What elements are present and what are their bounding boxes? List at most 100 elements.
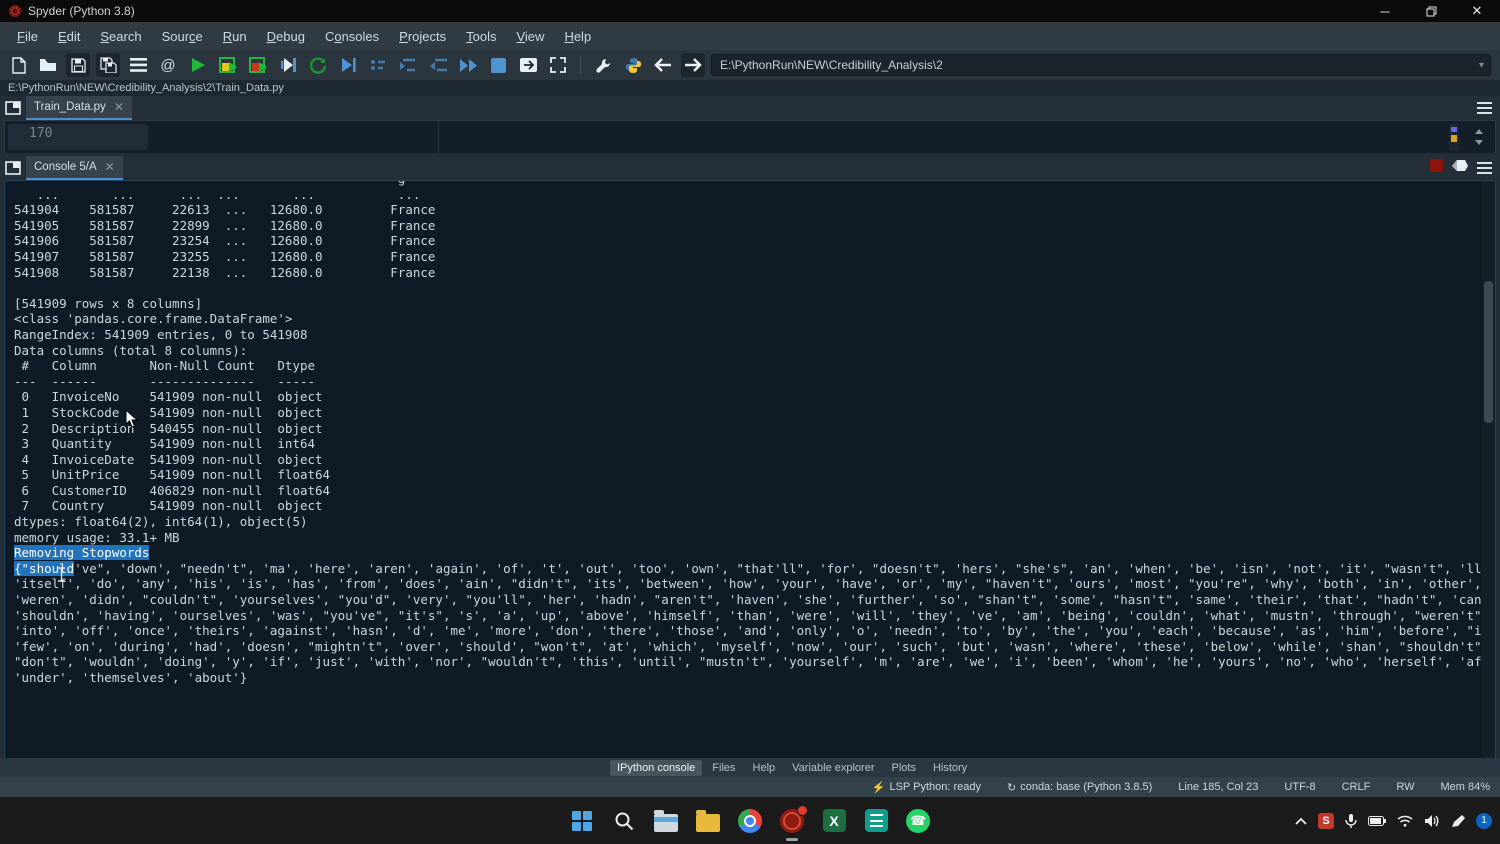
menu-run[interactable]: Run	[214, 26, 256, 47]
minimize-button[interactable]: ─	[1362, 0, 1408, 22]
editor-line-number: 170	[29, 126, 52, 141]
lsp-status[interactable]: ⚡ LSP Python: ready	[872, 781, 981, 794]
file-explorer-icon[interactable]	[653, 808, 679, 834]
edge-guide-line	[438, 121, 439, 154]
clear-console-icon[interactable]	[1451, 159, 1469, 177]
scrollflag-column[interactable]	[1449, 124, 1459, 151]
menu-edit[interactable]: Edit	[49, 26, 89, 47]
maximize-button[interactable]	[1408, 0, 1454, 22]
tab-variable-explorer[interactable]: Variable explorer	[785, 760, 881, 776]
console-tab[interactable]: Console 5/A ✕	[26, 156, 123, 180]
titlebar: Spyder (Python 3.8) ─ ✕	[0, 0, 1500, 22]
editor-options-icon[interactable]	[1477, 102, 1492, 114]
lightning-icon: ⚡	[872, 781, 886, 794]
close-button[interactable]: ✕	[1454, 0, 1500, 22]
tray-chevron-up-icon[interactable]	[1295, 817, 1307, 825]
pane-resize-handle[interactable]	[1473, 129, 1485, 150]
working-directory-input[interactable]	[711, 54, 1491, 76]
run-cell-advance-button[interactable]	[246, 53, 270, 77]
excel-icon[interactable]: X	[821, 808, 847, 834]
file-switcher-button[interactable]	[126, 53, 150, 77]
console-text[interactable]: g ... ... ... ... ... ...541904 581587 2…	[5, 180, 1495, 686]
stop-debug-button[interactable]	[486, 53, 510, 77]
preferences-wrench-button[interactable]	[591, 53, 615, 77]
cursor-position-status: Line 185, Col 23	[1178, 781, 1258, 793]
console-options-icon[interactable]	[1477, 162, 1492, 174]
menu-consoles[interactable]: Consoles	[316, 26, 388, 47]
open-file-button[interactable]	[36, 53, 60, 77]
path-dropdown-caret[interactable]: ▾	[1479, 60, 1484, 71]
browse-tabs-icon[interactable]	[2, 97, 24, 119]
save-all-button[interactable]	[96, 53, 120, 77]
editor-tab-train-data[interactable]: Train_Data.py ✕	[26, 96, 132, 120]
debug-run-to-line-button[interactable]	[336, 53, 360, 77]
battery-icon[interactable]	[1368, 816, 1386, 826]
encoding-status: UTF-8	[1284, 781, 1315, 793]
microphone-icon[interactable]	[1345, 813, 1357, 829]
debug-continue-button[interactable]	[456, 53, 480, 77]
console-scrollbar-thumb[interactable]	[1484, 281, 1493, 423]
whatsapp-icon[interactable]: ☎	[905, 808, 931, 834]
console-scrollbar[interactable]	[1482, 181, 1495, 759]
run-button[interactable]	[186, 53, 210, 77]
warning-flag	[1451, 127, 1457, 132]
forward-button[interactable]	[681, 53, 705, 77]
tab-files[interactable]: Files	[705, 760, 742, 776]
search-icon[interactable]	[611, 808, 637, 834]
run-cell-button[interactable]	[216, 53, 240, 77]
main-toolbar: @	[0, 50, 1500, 80]
menu-view[interactable]: View	[507, 26, 553, 47]
debug-step-into-button[interactable]	[396, 53, 420, 77]
interrupt-kernel-icon[interactable]	[1430, 159, 1443, 177]
tray-red-app-icon[interactable]: S	[1318, 813, 1334, 829]
ipython-console-output[interactable]: g ... ... ... ... ... ...541904 581587 2…	[4, 180, 1496, 760]
new-window-button[interactable]	[516, 53, 540, 77]
menu-debug[interactable]: Debug	[258, 26, 314, 47]
browse-consoles-icon[interactable]	[2, 157, 24, 179]
menu-tools[interactable]: Tools	[457, 26, 505, 47]
spyder-window: Spyder (Python 3.8) ─ ✕ FileEditSearchSo…	[0, 0, 1500, 844]
spyder-taskbar-icon[interactable]	[779, 808, 805, 834]
editor-tab-label: Train_Data.py	[34, 101, 106, 113]
python-env-icon[interactable]	[621, 53, 645, 77]
editor-tabbar: Train_Data.py ✕	[0, 96, 1500, 120]
memory-status: Mem 84%	[1440, 781, 1490, 793]
debug-step-return-button[interactable]	[426, 53, 450, 77]
bottom-pane-tabbar: IPython console Files Help Variable expl…	[0, 758, 1500, 777]
save-button[interactable]	[66, 53, 90, 77]
tab-history[interactable]: History	[926, 760, 974, 776]
tab-close-icon[interactable]: ✕	[105, 160, 115, 174]
tab-close-icon[interactable]: ✕	[114, 100, 124, 114]
menu-projects[interactable]: Projects	[390, 26, 455, 47]
back-button[interactable]	[651, 53, 675, 77]
spreadsheet-app-icon[interactable]	[863, 808, 889, 834]
statusbar: ⚡ LSP Python: ready ↻ conda: base (Pytho…	[0, 777, 1500, 797]
notification-badge[interactable]: 1	[1476, 813, 1492, 829]
start-button[interactable]	[569, 808, 595, 834]
breadcrumb: E:\PythonRun\NEW\Credibility_Analysis\2\…	[0, 80, 1500, 96]
eol-status: CRLF	[1342, 781, 1371, 793]
maximize-pane-button[interactable]	[546, 53, 570, 77]
permissions-status: RW	[1396, 781, 1414, 793]
menu-source[interactable]: Source	[153, 26, 212, 47]
run-selection-button[interactable]	[276, 53, 300, 77]
conda-env-status[interactable]: ↻ conda: base (Python 3.8.5)	[1007, 781, 1152, 794]
editor-pane[interactable]: 170	[4, 120, 1496, 155]
folder-icon[interactable]	[695, 808, 721, 834]
menu-search[interactable]: Search	[91, 26, 150, 47]
wifi-icon[interactable]	[1397, 815, 1413, 827]
toolbar-separator	[580, 56, 581, 74]
debug-step-button[interactable]	[366, 53, 390, 77]
menu-file[interactable]: File	[8, 26, 47, 47]
symbol-finder-button[interactable]: @	[156, 53, 180, 77]
volume-icon[interactable]	[1424, 814, 1440, 828]
chrome-icon[interactable]	[737, 808, 763, 834]
new-file-button[interactable]	[6, 53, 30, 77]
tab-help[interactable]: Help	[746, 760, 783, 776]
menu-help[interactable]: Help	[555, 26, 600, 47]
pen-icon[interactable]	[1451, 814, 1465, 828]
rerun-cell-button[interactable]	[306, 53, 330, 77]
tab-ipython-console[interactable]: IPython console	[610, 760, 702, 776]
text-ibeam-cursor	[57, 567, 66, 586]
tab-plots[interactable]: Plots	[884, 760, 922, 776]
